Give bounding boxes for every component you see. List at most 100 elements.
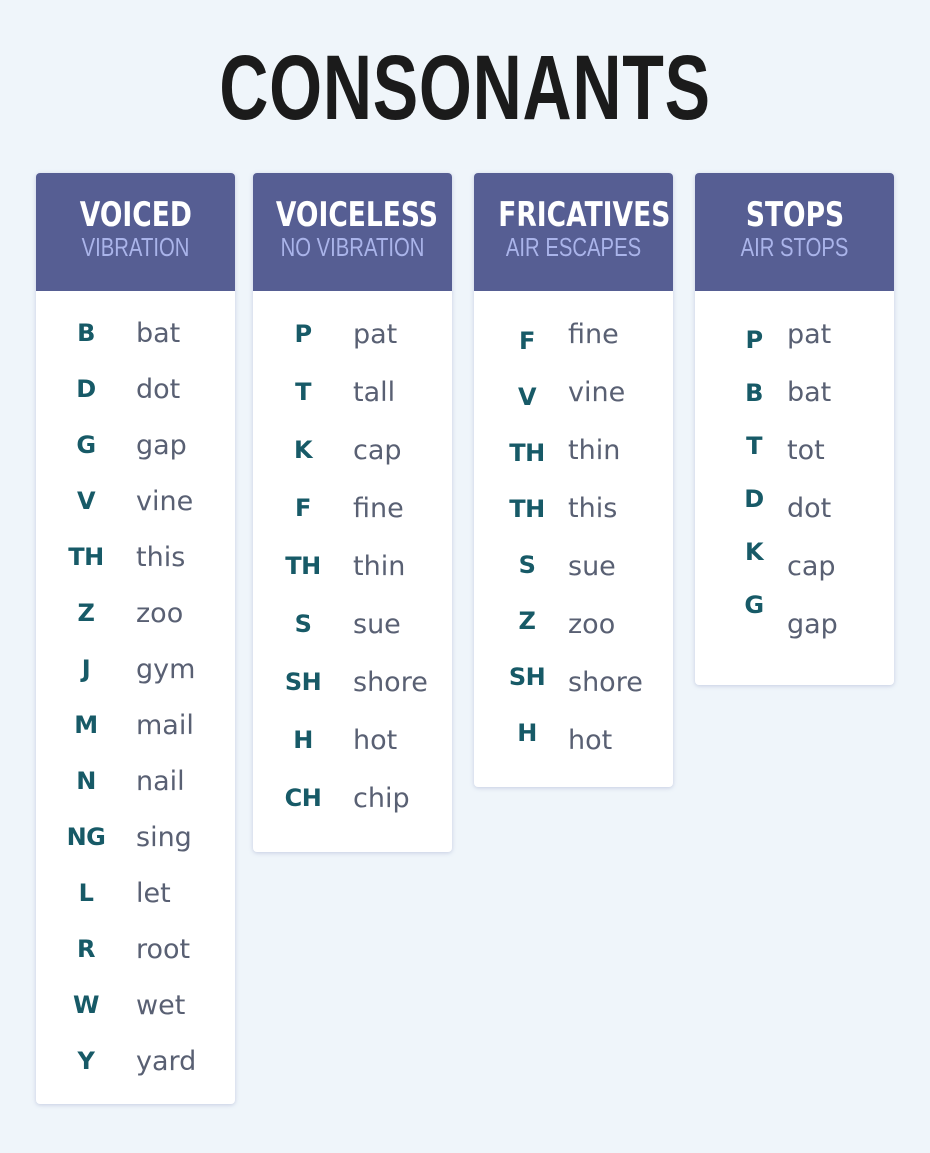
card-voiced: VOICED VIBRATION Bbat Ddot Ggap Vvine TH this… xyxy=(36,173,235,1104)
card-subtitle: AIR STOPS xyxy=(740,232,849,262)
sound-row: Kcap xyxy=(253,421,452,479)
sound-row: Zzoo xyxy=(36,585,235,641)
sound-symbol: TH xyxy=(68,543,104,571)
sound-row: Jgym xyxy=(36,641,235,697)
sound-list: Bbat Ddot Ggap Vvine TH this Zzoo Jgym Mmail Nnai… xyxy=(36,291,235,1089)
example-word: root xyxy=(136,933,191,965)
example-word: hot xyxy=(568,724,613,756)
example-word: pat xyxy=(353,318,398,350)
example-word: dot xyxy=(787,492,832,524)
example-word: dot xyxy=(136,373,181,405)
example-word: vine xyxy=(568,376,626,408)
sound-symbol: H xyxy=(517,719,537,747)
card-body: F V TH TH S Z SH Hfine vine thin this sue zoo shore ho… xyxy=(474,291,673,787)
card-header: VOICELESS NO VIBRATION xyxy=(253,173,452,291)
sound-row: Yyard xyxy=(36,1033,235,1089)
card-subtitle: NO VIBRATION xyxy=(280,232,425,262)
sound-symbol: S xyxy=(294,610,312,638)
sound-row: Rroot xyxy=(36,921,235,977)
card-fricatives: FRICATIVES AIR ESCAPES F V TH TH S Z SH Hfine vi… xyxy=(474,173,673,787)
sound-list: Ppat Ttall Kcap Ffine TH thin Ssue SH shore Hhot C… xyxy=(253,291,452,827)
example-word: pat xyxy=(787,318,832,350)
sound-row: Ssue xyxy=(253,595,452,653)
example-word: fine xyxy=(353,492,404,524)
sound-symbol: L xyxy=(78,879,94,907)
sound-symbol: M xyxy=(74,711,98,739)
sound-symbol: F xyxy=(295,494,311,522)
example-word: vine xyxy=(136,485,194,517)
sound-row: Ddot xyxy=(36,361,235,417)
sound-row: TH thin xyxy=(253,537,452,595)
sound-row: SH shore xyxy=(253,653,452,711)
example-word: fine xyxy=(568,318,619,350)
example-word: chip xyxy=(353,782,410,814)
sound-row: Bbat xyxy=(36,305,235,361)
sound-symbol: P xyxy=(294,320,312,348)
card-stops: STOPS AIR STOPS P B T D K Gpat bat tot dot cap gap xyxy=(695,173,894,685)
example-word: cap xyxy=(353,434,402,466)
example-word: thin xyxy=(568,434,621,466)
sound-symbol: F xyxy=(519,327,535,355)
sound-symbol: CH xyxy=(284,784,322,812)
example-word: sue xyxy=(353,608,401,640)
example-word: nail xyxy=(136,765,185,797)
sound-symbol: SH xyxy=(284,668,322,696)
sound-symbol: J xyxy=(81,655,91,683)
sound-symbol: G xyxy=(76,431,96,459)
example-word: shore xyxy=(568,666,643,698)
card-header: VOICED VIBRATION xyxy=(36,173,235,291)
card-title: FRICATIVES xyxy=(498,195,671,235)
example-word: this xyxy=(136,541,186,573)
card-body: P B T D K Gpat bat tot dot cap gap xyxy=(695,291,894,685)
example-word: zoo xyxy=(568,608,616,640)
example-word: hot xyxy=(353,724,398,756)
example-word: gap xyxy=(136,429,187,461)
sound-row: Ggap xyxy=(36,417,235,473)
sound-symbol: NG xyxy=(66,823,106,851)
sound-row: Llet xyxy=(36,865,235,921)
sound-row: Nnail xyxy=(36,753,235,809)
symbol-column: F V TH TH S Z SH H xyxy=(474,313,580,761)
sound-symbol: V xyxy=(517,383,537,411)
sound-row: CH chip xyxy=(253,769,452,827)
sound-symbol: Y xyxy=(77,1047,95,1075)
sound-row: Hhot xyxy=(253,711,452,769)
sound-symbol: T xyxy=(295,378,311,406)
card-subtitle: VIBRATION xyxy=(81,232,190,262)
example-word: gap xyxy=(787,608,838,640)
sound-symbol: B xyxy=(77,319,95,347)
card-subtitle: AIR ESCAPES xyxy=(505,232,642,262)
example-word: let xyxy=(136,877,171,909)
example-word: sue xyxy=(568,550,616,582)
word-column: pat bat tot dot cap gap xyxy=(787,305,838,653)
card-header: STOPS AIR STOPS xyxy=(695,173,894,291)
card-title: VOICELESS xyxy=(275,195,438,235)
example-word: this xyxy=(568,492,618,524)
card-body: Bbat Ddot Ggap Vvine TH this Zzoo Jgym Mmail Nnai… xyxy=(36,291,235,1104)
sound-symbol: N xyxy=(76,767,96,795)
example-word: zoo xyxy=(136,597,184,629)
card-body: Ppat Ttall Kcap Ffine TH thin Ssue SH shore Hhot C… xyxy=(253,291,452,852)
example-word: mail xyxy=(136,709,194,741)
sound-symbol: H xyxy=(293,726,313,754)
example-word: wet xyxy=(136,989,186,1021)
card-title: VOICED xyxy=(79,195,192,235)
sound-symbol: Z xyxy=(77,599,95,627)
example-word: gym xyxy=(136,653,196,685)
sound-symbol: TH xyxy=(509,495,545,523)
sound-symbol: Z xyxy=(518,607,536,635)
sound-row: NG sing xyxy=(36,809,235,865)
sound-symbol: R xyxy=(77,935,95,963)
card-header: FRICATIVES AIR ESCAPES xyxy=(474,173,673,291)
sound-row: Mmail xyxy=(36,697,235,753)
sound-row: Ppat xyxy=(253,305,452,363)
sound-row: Ttall xyxy=(253,363,452,421)
card-voiceless: VOICELESS NO VIBRATION Ppat Ttall Kcap Ffin… xyxy=(253,173,452,852)
example-word: bat xyxy=(136,317,181,349)
example-word: thin xyxy=(353,550,406,582)
sound-symbol: W xyxy=(73,991,99,1019)
example-word: shore xyxy=(353,666,428,698)
example-word: tot xyxy=(787,434,825,466)
example-word: bat xyxy=(787,376,832,408)
sound-row: Ffine xyxy=(253,479,452,537)
